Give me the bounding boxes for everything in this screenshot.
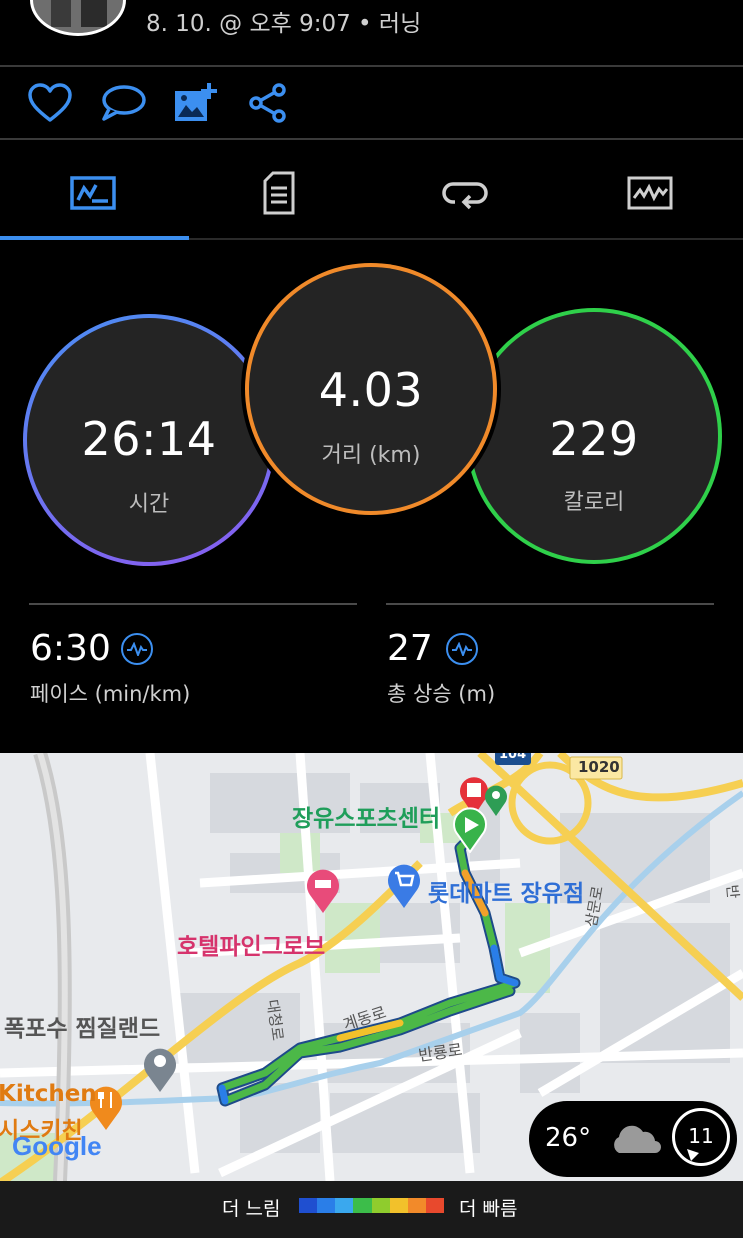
map-label-lotte-mart: 롯데마트 장유점 (428, 881, 585, 907)
wind-speed: 11 (688, 1124, 714, 1148)
tab-details[interactable] (186, 150, 372, 236)
heartbeat-icon (452, 642, 472, 656)
tab-laps[interactable] (372, 150, 558, 236)
legend-color-swatch (371, 1198, 390, 1213)
comment-icon (102, 85, 146, 121)
distance-stat: 4.03 거리 (km) (245, 263, 497, 515)
actions-divider (0, 138, 743, 140)
overview-icon (70, 176, 116, 210)
header-divider (0, 65, 743, 67)
map-label-road-side: 반 (722, 883, 742, 900)
map-label-sports-center: 장유스포츠센터 (292, 806, 441, 832)
tab-overview[interactable] (0, 150, 186, 236)
start-marker-icon (453, 807, 487, 853)
calories-value: 229 (549, 412, 639, 466)
cloud-icon (614, 1125, 661, 1153)
time-stat: 26:14 시간 (23, 314, 275, 566)
hotel-pin-icon (307, 869, 339, 913)
legend-fast-label: 더 빠름 (459, 1198, 518, 1220)
laps-icon (442, 182, 488, 210)
pace-value: 6:30 (30, 628, 111, 669)
details-icon (263, 171, 295, 215)
map-label-hotel: 호텔파인그로브 (177, 934, 326, 960)
share-button[interactable] (243, 80, 293, 126)
legend-color-swatch (353, 1198, 372, 1213)
legend-color-swatch (407, 1198, 426, 1213)
add-photo-icon (175, 83, 217, 121)
distance-value: 4.03 (318, 363, 424, 417)
distance-label: 거리 (km) (321, 443, 421, 468)
share-icon (249, 83, 286, 123)
calories-label: 칼로리 (563, 490, 625, 515)
tab-charts[interactable] (557, 150, 743, 236)
elevation-divider (386, 603, 714, 605)
wind-indicator: 11 (672, 1108, 730, 1166)
legend-slow-label: 더 느림 (222, 1198, 281, 1220)
elevation-chart-button[interactable] (446, 633, 478, 665)
heart-icon (28, 83, 72, 122)
selected-tab-indicator (0, 236, 189, 240)
time-value: 26:14 (81, 412, 217, 466)
route-shield-1020: 1020 (578, 758, 620, 776)
google-logo: Google (12, 1131, 102, 1161)
legend-color-swatch (299, 1198, 318, 1213)
map-label-sauna: 폭포수 찜질랜드 (4, 1016, 161, 1042)
like-button[interactable] (25, 80, 75, 126)
wind-direction-icon (687, 1149, 699, 1161)
pace-divider (29, 603, 357, 605)
charts-icon (627, 176, 673, 210)
time-label: 시간 (128, 492, 170, 517)
elevation-label: 총 상승 (m) (387, 682, 496, 706)
legend-color-swatch (335, 1198, 354, 1213)
map-label-kitchen-en: Kitchen (0, 1081, 97, 1107)
legend-color-bar (299, 1198, 444, 1213)
activity-date-type: 8. 10. @ 오후 9:07 • 러닝 (146, 11, 422, 37)
shopping-pin-icon (388, 864, 420, 908)
add-photo-button[interactable] (170, 80, 220, 126)
pace-chart-button[interactable] (121, 633, 153, 665)
heartbeat-icon (127, 642, 147, 656)
comment-button[interactable] (98, 80, 148, 126)
legend-color-swatch (389, 1198, 408, 1213)
elevation-value: 27 (387, 628, 433, 669)
legend-color-swatch (317, 1198, 336, 1213)
legend-color-swatch (425, 1198, 444, 1213)
route-shield-104: 104 (499, 753, 527, 762)
place-pin-icon (144, 1048, 176, 1092)
weather-temperature: 26° (545, 1123, 592, 1153)
weather-widget[interactable]: 26° 11 (529, 1101, 737, 1177)
pace-label: 페이스 (min/km) (30, 682, 191, 706)
calories-stat: 229 칼로리 (466, 308, 722, 564)
